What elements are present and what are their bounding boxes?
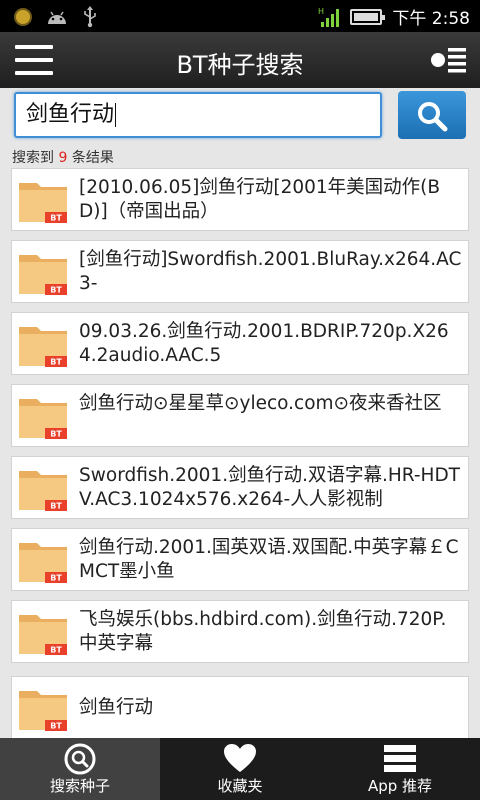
folder-icon: BT	[19, 471, 67, 511]
svg-text:BT: BT	[50, 502, 62, 511]
battery-icon	[350, 8, 386, 25]
bottom-navigation: 搜索种子 收藏夹 App 推荐	[0, 738, 480, 800]
result-item[interactable]: BT 剑鱼行动⊙星星草⊙yleco.com⊙夜来香社区	[11, 384, 469, 447]
result-title: 09.03.26.剑鱼行动.2001.BDRIP.720p.X264.2audi…	[79, 321, 449, 366]
result-item[interactable]: BT [剑鱼行动]Swordfish.2001.BluRay.x264.AC3-	[11, 240, 469, 303]
svg-text:BT: BT	[50, 214, 62, 223]
search-button[interactable]	[398, 91, 466, 139]
result-title: 飞鸟娱乐(bbs.hdbird.com).剑鱼行动.720P.中英字幕	[79, 609, 447, 654]
svg-text:BT: BT	[50, 722, 62, 731]
result-item[interactable]: BT 剑鱼行动	[11, 676, 469, 738]
status-time: 下午 2:58	[392, 9, 470, 29]
svg-text:BT: BT	[50, 646, 62, 655]
stack-icon	[384, 745, 416, 772]
result-item[interactable]: BT [2010.06.05]剑鱼行动[2001年美国动作(BD)]（帝国出品）	[11, 168, 469, 231]
folder-icon: BT	[19, 615, 67, 655]
result-list[interactable]: BT [2010.06.05]剑鱼行动[2001年美国动作(BD)]（帝国出品）…	[0, 168, 480, 738]
result-item[interactable]: BT Swordfish.2001.剑鱼行动.双语字幕.HR-HDTV.AC3.…	[11, 456, 469, 519]
result-item[interactable]: BT 飞鸟娱乐(bbs.hdbird.com).剑鱼行动.720P.中英字幕	[11, 600, 469, 663]
result-title: Swordfish.2001.剑鱼行动.双语字幕.HR-HDTV.AC3.102…	[79, 465, 460, 510]
text-cursor	[115, 103, 117, 127]
tab-app-recommend[interactable]: App 推荐	[320, 738, 480, 800]
signal-icon: H	[318, 7, 340, 27]
result-title: 剑鱼行动	[79, 697, 154, 718]
svg-text:BT: BT	[50, 574, 62, 583]
result-title: 剑鱼行动.2001.国英双语.双国配.中英字幕￡CMCT墨小鱼	[79, 537, 459, 582]
svg-text:H: H	[318, 7, 324, 16]
search-icon	[418, 102, 448, 132]
tab-label: 收藏夹	[217, 777, 263, 795]
svg-text:BT: BT	[50, 358, 62, 367]
heart-icon	[224, 744, 256, 772]
result-item[interactable]: BT 09.03.26.剑鱼行动.2001.BDRIP.720p.X264.2a…	[11, 312, 469, 375]
usb-icon	[84, 6, 96, 28]
result-title: 剑鱼行动⊙星星草⊙yleco.com⊙夜来香社区	[79, 393, 442, 414]
list-toggle-button[interactable]	[430, 45, 466, 75]
svg-text:BT: BT	[50, 286, 62, 295]
tab-search-torrents[interactable]: 搜索种子	[0, 738, 160, 800]
result-title: [剑鱼行动]Swordfish.2001.BluRay.x264.AC3-	[79, 249, 462, 294]
tab-label: App 推荐	[367, 777, 433, 795]
folder-icon: BT	[19, 327, 67, 367]
tab-favorites[interactable]: 收藏夹	[160, 738, 320, 800]
result-count: 搜索到 9 条结果	[12, 150, 114, 166]
tab-label: 搜索种子	[49, 777, 110, 795]
folder-icon: BT	[19, 399, 67, 439]
folder-icon: BT	[19, 543, 67, 583]
search-input[interactable]: 剑鱼行动	[14, 92, 382, 138]
folder-icon: BT	[19, 183, 67, 223]
result-item[interactable]: BT 剑鱼行动.2001.国英双语.双国配.中英字幕￡CMCT墨小鱼	[11, 528, 469, 591]
app-header: BT种子搜索	[0, 32, 480, 88]
search-query: 剑鱼行动	[26, 102, 115, 127]
page-title: BT种子搜索	[176, 51, 304, 79]
folder-icon: BT	[19, 691, 67, 731]
search-circle-icon	[64, 743, 96, 775]
android-icon	[48, 11, 66, 24]
notification-app-icon	[14, 8, 32, 26]
folder-icon: BT	[19, 255, 67, 295]
svg-text:BT: BT	[50, 430, 62, 439]
status-bar: H 下午 2:58	[0, 0, 480, 32]
result-title: [2010.06.05]剑鱼行动[2001年美国动作(BD)]（帝国出品）	[79, 177, 441, 222]
search-bar: 剑鱼行动	[0, 88, 480, 146]
